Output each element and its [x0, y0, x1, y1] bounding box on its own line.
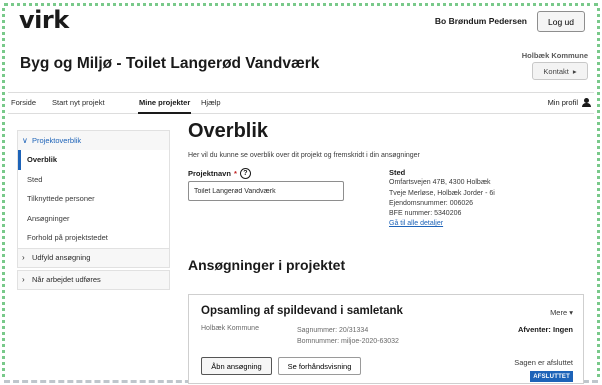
overview-intro-text: Her vil du kunne se overblik over dit pr…: [188, 152, 420, 159]
sidebar-group-projektoverblik[interactable]: ∨ Projektoverblik: [17, 130, 170, 150]
active-nav-indicator: [138, 112, 191, 114]
page-title: Byg og Miljø - Toilet Langerød Vandværk: [20, 55, 320, 72]
application-meta: Sagnummer: 20/31334 Bomnummer: miljoe-20…: [297, 325, 399, 347]
sidebar-submenu: Overblik Sted Tilknyttede personer Ansøg…: [17, 150, 170, 248]
sidebar-group-label: Udfyld ansøgning: [32, 253, 91, 262]
nav-item-forside[interactable]: Forside: [11, 98, 36, 107]
project-name-input[interactable]: [188, 181, 344, 201]
more-menu-button[interactable]: Mere ▾: [550, 308, 573, 317]
open-application-button[interactable]: Åbn ansøgning: [201, 357, 272, 375]
sidebar-group-udfyld-ansoegning[interactable]: › Udfyld ansøgning: [17, 247, 170, 268]
application-authority: Holbæk Kommune: [201, 325, 259, 332]
sidebar-group-naar-arbejdet-udfoeres[interactable]: › Når arbejdet udføres: [17, 269, 170, 290]
location-address: Omfartsvejen 47B, 4300 Holbæk: [389, 179, 491, 187]
application-title: Opsamling af spildevand i samletank: [201, 305, 403, 317]
nav-item-start-nyt-projekt[interactable]: Start nyt projekt: [52, 98, 105, 107]
person-icon: [582, 98, 591, 107]
case-status-text: Sagen er afsluttet: [514, 358, 573, 367]
chevron-down-icon: ∨: [22, 136, 28, 145]
location-details-link[interactable]: Gå til alle detaljer: [389, 220, 443, 227]
project-name-label: Projektnavn * ?: [188, 168, 251, 179]
nav-item-mine-projekter[interactable]: Mine projekter: [139, 98, 190, 107]
applications-heading: Ansøgninger i projektet: [188, 257, 346, 273]
frame-left-border: [2, 8, 5, 377]
overview-heading: Overblik: [188, 120, 269, 142]
frame-top-border: [4, 3, 598, 6]
required-asterisk: *: [233, 169, 237, 178]
virk-logo[interactable]: virk: [19, 6, 69, 34]
frame-right-border: [597, 8, 600, 377]
sidebar-item-forhold-paa-projektstedet[interactable]: Forhold på projektstedet: [18, 228, 169, 248]
main-content: Overblik Her vil du kunne se overblik ov…: [188, 120, 588, 273]
nav-item-hjaelp[interactable]: Hjælp: [201, 98, 221, 107]
location-locality: Tveje Merløse, Holbæk Jorder - 6i: [389, 189, 495, 197]
sidebar: ∨ Projektoverblik Overblik Sted Tilknytt…: [17, 130, 170, 290]
awaiting-status: Afventer: Ingen: [517, 325, 573, 334]
sidebar-group-label: Projektoverblik: [32, 136, 82, 145]
contact-button[interactable]: Kontakt ▸: [532, 62, 588, 80]
profile-label: Min profil: [547, 98, 578, 107]
preview-button[interactable]: Se forhåndsvisning: [278, 357, 361, 375]
bfe-number: BFE nummer: 5340206: [389, 210, 462, 218]
sidebar-item-overblik[interactable]: Overblik: [18, 150, 169, 170]
location-summary: Sted Omfartsvejen 47B, 4300 Holbæk Tveje…: [389, 168, 589, 230]
org-name: Holbæk Kommune: [521, 51, 588, 60]
sidebar-group-label: Når arbejdet udføres: [32, 275, 101, 284]
property-number: Ejendomsnummer: 006026: [389, 199, 474, 207]
project-name-label-text: Projektnavn: [188, 169, 231, 178]
profile-link[interactable]: Min profil: [548, 98, 591, 107]
case-number: Sagnummer: 20/31334: [297, 327, 369, 334]
sidebar-item-ansoegninger[interactable]: Ansøgninger: [18, 209, 169, 229]
location-title: Sted: [389, 168, 406, 177]
sidebar-item-sted[interactable]: Sted: [18, 170, 169, 190]
top-navigation: Forside Start nyt projekt Mine projekter…: [8, 92, 594, 114]
chevron-right-icon: ›: [22, 275, 25, 284]
user-name: Bo Brøndum Pedersen: [434, 16, 527, 26]
chevron-right-icon: ›: [22, 253, 25, 262]
sidebar-item-tilknyttede-personer[interactable]: Tilknyttede personer: [18, 189, 169, 209]
project-info-row: Projektnavn* ? Sted Omfartsvejen 47B, 43…: [188, 159, 588, 254]
application-card: Opsamling af spildevand i samletank Mere…: [188, 294, 584, 384]
status-badge: AFSLUTTET: [530, 371, 573, 382]
logout-button[interactable]: Log ud: [537, 11, 585, 32]
help-icon[interactable]: ?: [239, 168, 251, 179]
chevron-right-icon: ▸: [572, 66, 577, 76]
contact-button-label: Kontakt: [543, 66, 569, 76]
bom-number: Bomnummer: miljoe-2020-63032: [297, 338, 399, 345]
